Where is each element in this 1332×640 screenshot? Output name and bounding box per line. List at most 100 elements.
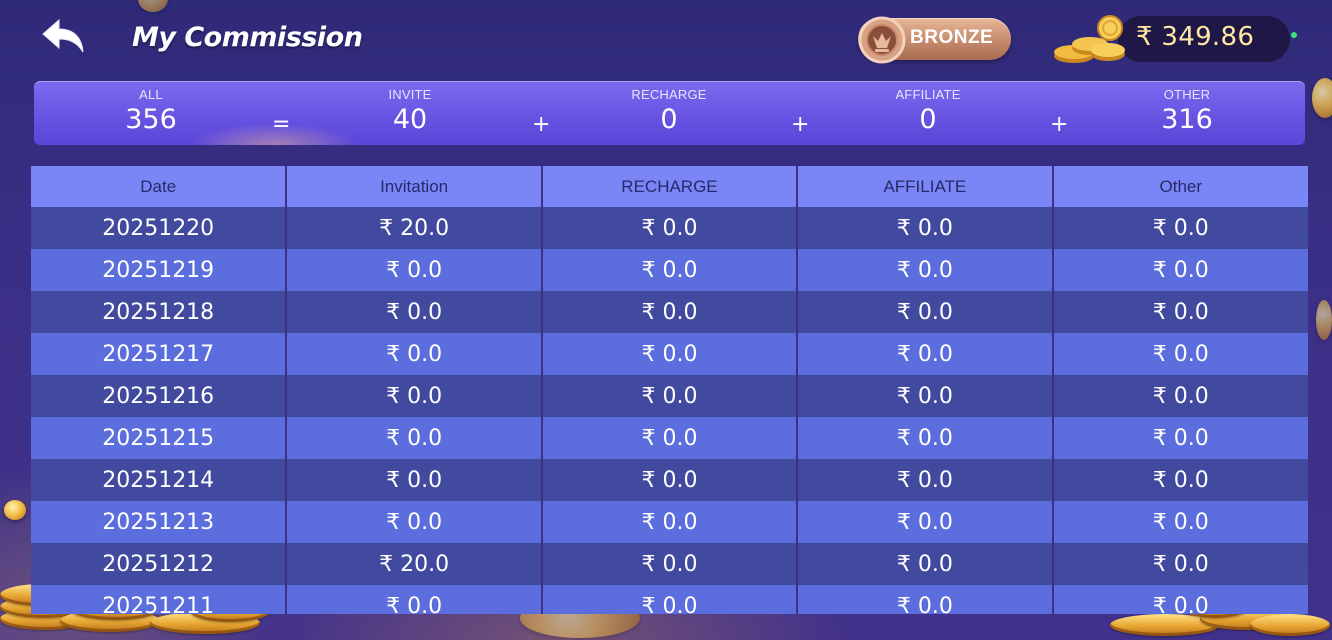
summary-all: ALL 356 (71, 81, 231, 135)
table-row: 20251211 ₹ 0.0 ₹ 0.0 ₹ 0.0 ₹ 0.0 (31, 585, 1308, 614)
rank-badge[interactable]: BRONZE (858, 16, 1011, 64)
table-row: 20251220 ₹ 20.0 ₹ 0.0 ₹ 0.0 ₹ 0.0 (31, 207, 1308, 249)
other-cell: ₹ 0.0 (1052, 375, 1308, 417)
plus-sign: + (791, 112, 810, 137)
affiliate-cell: ₹ 0.0 (797, 249, 1054, 291)
plus-sign: + (1050, 112, 1069, 137)
table-header-row: Date Invitation RECHARGE AFFILIATE Other (31, 166, 1308, 207)
table-row: 20251219 ₹ 0.0 ₹ 0.0 ₹ 0.0 ₹ 0.0 (31, 249, 1308, 291)
decorative-coin (4, 500, 26, 520)
summary-invite-value: 40 (392, 104, 428, 135)
table-row: 20251215 ₹ 0.0 ₹ 0.0 ₹ 0.0 ₹ 0.0 (31, 417, 1308, 459)
recharge-cell: ₹ 0.0 (541, 585, 799, 614)
date-cell: 20251218 (31, 291, 288, 333)
invitation-cell: ₹ 0.0 (286, 459, 543, 501)
other-cell: ₹ 0.0 (1052, 501, 1308, 543)
invitation-cell: ₹ 0.0 (286, 501, 543, 543)
affiliate-cell: ₹ 0.0 (797, 333, 1054, 375)
affiliate-cell: ₹ 0.0 (797, 291, 1054, 333)
back-button[interactable] (36, 16, 92, 62)
column-header-affiliate: AFFILIATE (797, 166, 1054, 207)
summary-recharge-value: 0 (660, 104, 678, 135)
affiliate-cell: ₹ 0.0 (797, 207, 1054, 249)
other-cell: ₹ 0.0 (1052, 585, 1308, 614)
column-header-recharge: RECHARGE (541, 166, 799, 207)
date-cell: 20251214 (31, 459, 288, 501)
date-cell: 20251217 (31, 333, 288, 375)
recharge-cell: ₹ 0.0 (541, 375, 799, 417)
summary-other-label: OTHER (1163, 87, 1211, 102)
affiliate-cell: ₹ 0.0 (797, 459, 1054, 501)
date-cell: 20251213 (31, 501, 288, 543)
date-cell: 20251212 (31, 543, 288, 585)
affiliate-cell: ₹ 0.0 (797, 417, 1054, 459)
column-header-invitation: Invitation (286, 166, 543, 207)
column-header-other: Other (1052, 166, 1308, 207)
summary-invite-label: INVITE (388, 87, 432, 102)
invitation-cell: ₹ 0.0 (286, 585, 543, 614)
commission-summary: ALL 356 INVITE 40 RECHARGE 0 AFFILIATE 0… (34, 81, 1305, 145)
commission-table: Date Invitation RECHARGE AFFILIATE Other… (31, 166, 1308, 614)
recharge-cell: ₹ 0.0 (541, 291, 799, 333)
decorative-coin (1312, 78, 1332, 118)
commission-table-scroll[interactable]: Date Invitation RECHARGE AFFILIATE Other… (31, 166, 1308, 614)
recharge-cell: ₹ 0.0 (541, 207, 799, 249)
summary-affiliate-value: 0 (919, 104, 937, 135)
column-header-date: Date (31, 166, 288, 207)
recharge-cell: ₹ 0.0 (541, 333, 799, 375)
invitation-cell: ₹ 0.0 (286, 249, 543, 291)
affiliate-cell: ₹ 0.0 (797, 501, 1054, 543)
decorative-coin (1316, 300, 1332, 340)
summary-other-value: 316 (1161, 104, 1213, 135)
date-cell: 20251219 (31, 249, 288, 291)
rank-label: BRONZE (910, 27, 994, 48)
page-title: My Commission (132, 22, 363, 53)
recharge-cell: ₹ 0.0 (541, 459, 799, 501)
other-cell: ₹ 0.0 (1052, 459, 1308, 501)
summary-affiliate-label: AFFILIATE (895, 87, 961, 102)
date-cell: 20251216 (31, 375, 288, 417)
recharge-cell: ₹ 0.0 (541, 249, 799, 291)
table-row: 20251216 ₹ 0.0 ₹ 0.0 ₹ 0.0 ₹ 0.0 (31, 375, 1308, 417)
equals-sign: = (272, 112, 291, 137)
invitation-cell: ₹ 20.0 (286, 543, 543, 585)
plus-sign: + (532, 112, 551, 137)
table-row: 20251212 ₹ 20.0 ₹ 0.0 ₹ 0.0 ₹ 0.0 (31, 543, 1308, 585)
invitation-cell: ₹ 0.0 (286, 375, 543, 417)
summary-affiliate: AFFILIATE 0 (848, 81, 1008, 135)
other-cell: ₹ 0.0 (1052, 291, 1308, 333)
summary-invite: INVITE 40 (330, 81, 490, 135)
invitation-cell: ₹ 0.0 (286, 333, 543, 375)
affiliate-cell: ₹ 0.0 (797, 375, 1054, 417)
other-cell: ₹ 0.0 (1052, 417, 1308, 459)
affiliate-cell: ₹ 0.0 (797, 585, 1054, 614)
table-row: 20251217 ₹ 0.0 ₹ 0.0 ₹ 0.0 ₹ 0.0 (31, 333, 1308, 375)
invitation-cell: ₹ 0.0 (286, 291, 543, 333)
date-cell: 20251215 (31, 417, 288, 459)
status-dot (1291, 32, 1297, 38)
other-cell: ₹ 0.0 (1052, 249, 1308, 291)
date-cell: 20251211 (31, 585, 288, 614)
table-row: 20251213 ₹ 0.0 ₹ 0.0 ₹ 0.0 ₹ 0.0 (31, 501, 1308, 543)
summary-recharge: RECHARGE 0 (589, 81, 749, 135)
summary-other: OTHER 316 (1107, 81, 1267, 135)
other-cell: ₹ 0.0 (1052, 207, 1308, 249)
recharge-cell: ₹ 0.0 (541, 501, 799, 543)
table-row: 20251214 ₹ 0.0 ₹ 0.0 ₹ 0.0 ₹ 0.0 (31, 459, 1308, 501)
gold-coins-icon (1052, 12, 1132, 68)
bronze-medal-icon (856, 12, 908, 68)
date-cell: 20251220 (31, 207, 288, 249)
recharge-cell: ₹ 0.0 (541, 417, 799, 459)
table-row: 20251218 ₹ 0.0 ₹ 0.0 ₹ 0.0 ₹ 0.0 (31, 291, 1308, 333)
invitation-cell: ₹ 0.0 (286, 417, 543, 459)
invitation-cell: ₹ 20.0 (286, 207, 543, 249)
summary-recharge-label: RECHARGE (631, 87, 707, 102)
summary-all-label: ALL (139, 87, 163, 102)
recharge-cell: ₹ 0.0 (541, 543, 799, 585)
affiliate-cell: ₹ 0.0 (797, 543, 1054, 585)
summary-all-value: 356 (125, 104, 177, 135)
other-cell: ₹ 0.0 (1052, 333, 1308, 375)
other-cell: ₹ 0.0 (1052, 543, 1308, 585)
decorative-coin (138, 0, 168, 12)
back-arrow-icon (39, 16, 89, 62)
